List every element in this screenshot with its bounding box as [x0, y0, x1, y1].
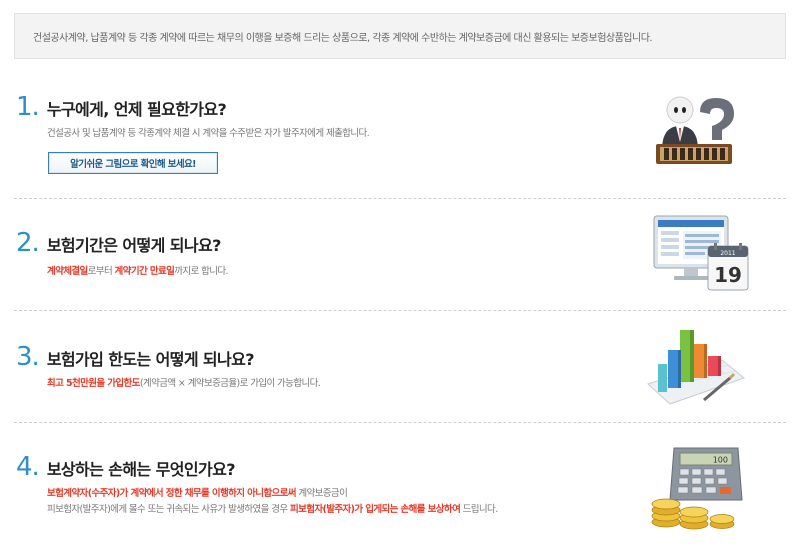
section-3-number: 3.: [16, 342, 40, 372]
person-question-icon: [656, 96, 734, 164]
compensation-highlight-1: 보험계약자(수주자)가 계약에서 정한 채무를 이행하지 아니함으로써: [47, 488, 297, 499]
section-1-description: 건설공사 및 납품계약 등 각종계약 체결 시 계약을 수주받은 자가 발주자에…: [47, 128, 370, 139]
section-3-description: 최고 5천만원을 가입한도(계약금액 × 계약보증금율)로 가입이 가능합니다.: [47, 376, 321, 392]
calendar-year: 2011: [720, 250, 735, 257]
monitor-calendar-icon: 2011 19: [653, 215, 749, 291]
section-4-heading: 보상하는 손해는 무엇인가요?: [46, 460, 236, 479]
period-end-highlight: 계약기간 만료일: [114, 266, 175, 277]
section-4-number: 4.: [16, 452, 40, 482]
compensation-line2-end: 드립니다.: [460, 504, 499, 515]
compensation-highlight-2: 피보험자(발주자)가 입게되는 손해를 보상하여: [289, 504, 461, 515]
section-3-heading: 보험가입 한도는 어떻게 되나요?: [46, 350, 255, 369]
section-4-description-line1: 보험계약자(수주자)가 계약에서 정한 채무를 이행하지 아니함으로써 계약보증…: [47, 486, 348, 502]
section-2-title: 2. 보험기간은 어떻게 되나요?: [16, 228, 221, 258]
section-1-number: 1.: [16, 92, 40, 122]
calendar-day: 19: [714, 263, 742, 287]
limit-end-text: (계약금액 × 계약보증금율)로 가입이 가능합니다.: [139, 378, 321, 389]
divider: [14, 198, 786, 199]
period-mid-text: 로부터: [87, 266, 115, 277]
period-start-highlight: 계약체결일: [47, 266, 88, 277]
section-4-description-line2: 피보험자(발주자)에게 몰수 또는 귀속되는 사유가 발생하였을 경우 피보험자…: [47, 502, 498, 518]
period-end-text: 까지로 합니다.: [174, 266, 228, 277]
calculator-coins-icon: 100: [651, 447, 743, 530]
limit-highlight: 최고 5천만원을 가입한도: [47, 378, 140, 389]
calculator-display: 100: [713, 456, 728, 465]
section-2-heading: 보험기간은 어떻게 되나요?: [46, 236, 222, 255]
compensation-line2-start: 피보험자(발주자)에게 몰수 또는 귀속되는 사유가 발생하였을 경우: [47, 504, 290, 515]
section-1-heading: 누구에게, 언제 필요한가요?: [46, 100, 227, 119]
section-3-title: 3. 보험가입 한도는 어떻게 되나요?: [16, 342, 255, 372]
intro-text: 건설공사계약, 납품계약 등 각종 계약에 따르는 채무의 이행을 보증해 드리…: [33, 32, 653, 44]
intro-box: 건설공사계약, 납품계약 등 각종 계약에 따르는 채무의 이행을 보증해 드리…: [14, 13, 786, 59]
view-illustration-button[interactable]: 알기쉬운 그림으로 확인해 보세요!: [48, 152, 218, 174]
bar-chart-icon: [647, 330, 746, 405]
section-1-title: 1. 누구에게, 언제 필요한가요?: [16, 92, 227, 122]
section-2-description: 계약체결일로부터 계약기간 만료일까지로 합니다.: [47, 264, 229, 280]
compensation-line1-end: 계약보증금이: [295, 488, 348, 499]
divider: [14, 422, 786, 423]
section-2-number: 2.: [16, 228, 40, 258]
calendar-icon: 2011 19: [707, 243, 749, 291]
section-4-title: 4. 보상하는 손해는 무엇인가요?: [16, 452, 235, 482]
divider: [14, 310, 786, 311]
